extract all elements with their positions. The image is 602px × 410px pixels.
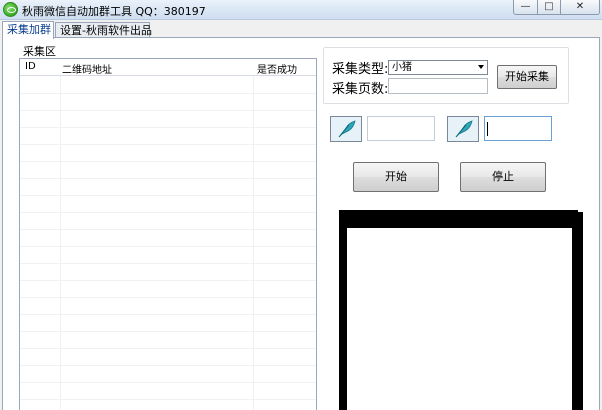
row-line	[20, 331, 316, 332]
column-header-success[interactable]: 是否成功	[257, 61, 297, 76]
quill-icon	[455, 120, 473, 138]
start-button[interactable]: 开始	[353, 162, 439, 192]
row-line	[20, 263, 316, 264]
qr-preview-border	[339, 210, 374, 216]
column-header-id[interactable]: ID	[25, 61, 36, 72]
row-line	[20, 297, 316, 298]
row-line	[20, 195, 316, 196]
wechat-icon	[3, 2, 18, 17]
list-header: ID 二维码地址 是否成功	[20, 59, 316, 76]
collect-type-value: 小猪	[392, 62, 412, 73]
row-line	[20, 93, 316, 94]
row-line	[20, 280, 316, 281]
tab-bar: 采集加群 设置-秋雨软件出品	[0, 20, 602, 39]
tab-settings[interactable]: 设置-秋雨软件出品	[55, 22, 152, 38]
row-line	[20, 314, 316, 315]
close-button[interactable]: ✕	[560, 0, 600, 15]
window-title: 秋雨微信自动加群工具 QQ：380197	[22, 5, 206, 18]
text-caret	[487, 122, 488, 136]
collect-pages-label: 采集页数:	[332, 82, 389, 97]
column-header-qr-url[interactable]: 二维码地址	[62, 61, 112, 76]
row-line	[20, 178, 316, 179]
row-line	[20, 161, 316, 162]
collect-pages-input[interactable]	[388, 78, 488, 94]
title-bar: 秋雨微信自动加群工具 QQ：380197 — □ ✕	[0, 0, 602, 20]
row-line	[20, 246, 316, 247]
qr-preview-border	[374, 210, 578, 215]
row-line	[20, 110, 316, 111]
row-line	[20, 365, 316, 366]
collect-area-label: 采集区	[22, 43, 57, 59]
chevron-down-icon[interactable]	[478, 65, 484, 69]
quill-icon	[338, 120, 356, 138]
collect-list[interactable]: ID 二维码地址 是否成功	[19, 58, 317, 410]
row-line	[20, 144, 316, 145]
row-line	[20, 382, 316, 383]
row-line	[20, 212, 316, 213]
minimize-button[interactable]: —	[513, 0, 538, 15]
collect-type-select[interactable]: 小猪	[388, 60, 488, 75]
tab-collect-join[interactable]: 采集加群	[2, 21, 54, 39]
row-line	[20, 348, 316, 349]
maximize-button[interactable]: □	[537, 0, 561, 15]
row-line	[20, 229, 316, 230]
text-field-2[interactable]	[484, 116, 552, 141]
qr-preview-area	[347, 228, 572, 410]
quill-button-2[interactable]	[447, 116, 479, 142]
text-field-1[interactable]	[367, 116, 435, 141]
row-line	[20, 399, 316, 400]
start-collect-button[interactable]: 开始采集	[497, 65, 557, 89]
collect-type-label: 采集类型:	[332, 62, 389, 77]
stop-button[interactable]: 停止	[460, 162, 546, 192]
row-line	[20, 127, 316, 128]
quill-button-1[interactable]	[330, 116, 362, 142]
